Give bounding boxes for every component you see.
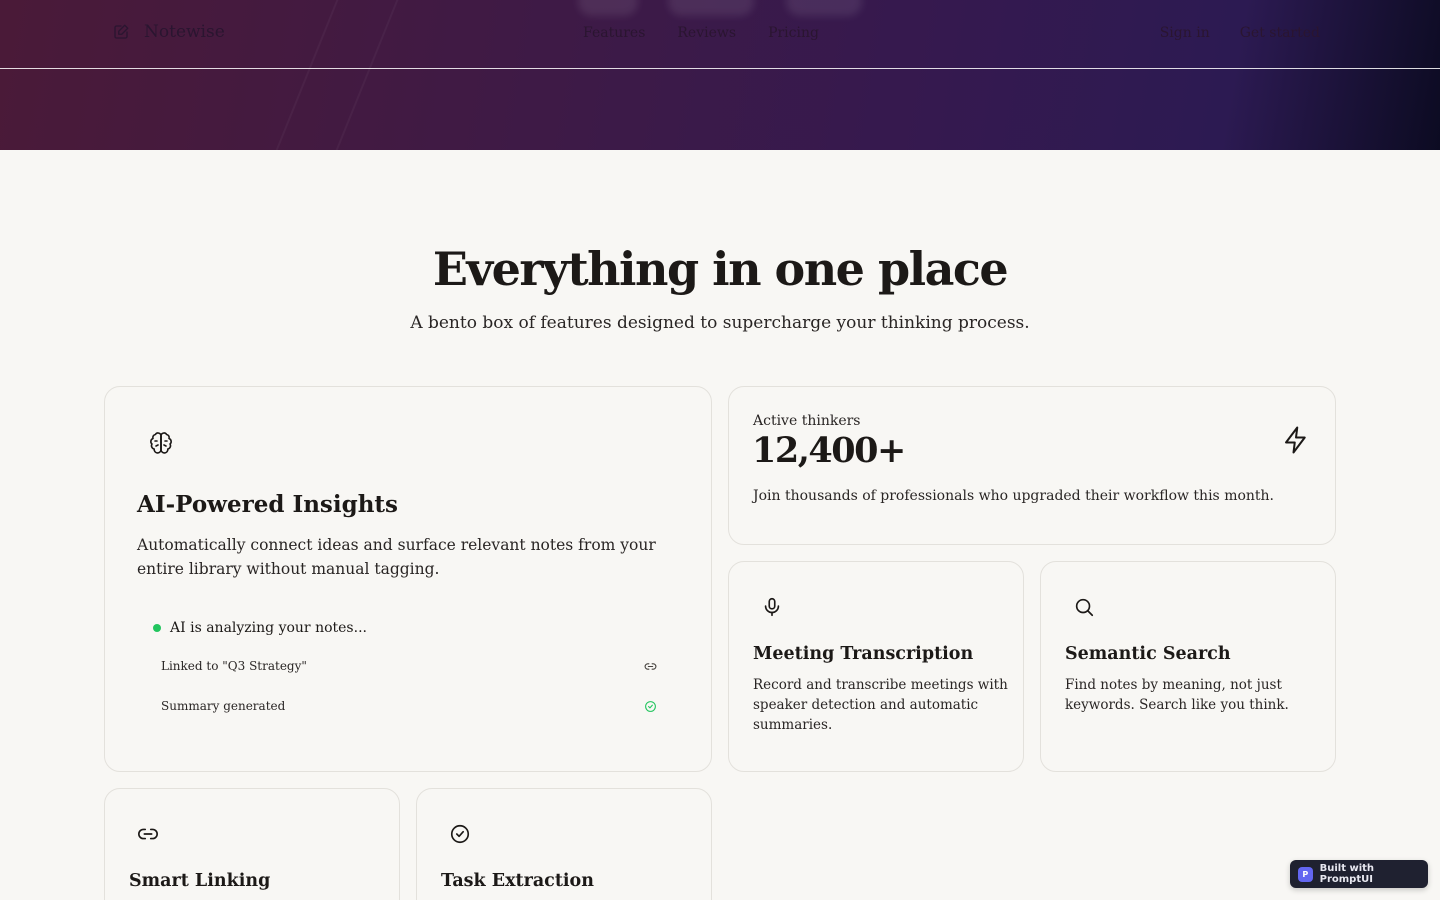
nav-link-pricing[interactable]: Pricing [768,25,819,41]
link-icon [644,662,657,670]
stats-value: 12,400+ [752,430,906,471]
nav-links: Features Reviews Pricing [583,25,819,41]
brand-logo[interactable]: Notewise [112,22,225,42]
top-navigation: Notewise Features Reviews Pricing Sign i… [0,0,1440,69]
get-started-button[interactable]: Get started [1240,25,1320,41]
stats-card: Active thinkers 12,400+ Join thousands o… [728,386,1336,545]
card-icon-wrap [1073,596,1095,622]
promptui-logo-icon: P [1298,866,1313,882]
built-with-badge[interactable]: P Built with PromptUI [1290,860,1428,888]
card-icon-wrap [449,823,471,849]
card-description: Record and transcribe meetings with spea… [753,677,1008,733]
stats-label: Active thinkers [753,413,861,429]
bolt-icon [1285,426,1306,454]
smart-linking-card: Smart Linking [104,788,400,900]
list-item: Summary generated [161,699,657,713]
nav-actions: Sign in Get started [1160,25,1320,41]
sign-in-link[interactable]: Sign in [1160,25,1210,41]
card-description: Automatically connect ideas and surface … [137,536,656,578]
status-text: AI is analyzing your notes... [170,620,367,636]
nav-link-features[interactable]: Features [583,25,645,41]
check-circle-icon [450,824,470,844]
ai-insights-card: AI-Powered Insights Automatically connec… [104,386,712,772]
list-item-label: Summary generated [161,699,286,713]
list-item-label: Linked to "Q3 Strategy" [161,659,307,673]
card-title: Smart Linking [129,871,271,891]
card-title: Task Extraction [441,871,594,891]
brain-icon [150,432,172,454]
meeting-transcription-card: Meeting Transcription Record and transcr… [728,561,1024,772]
ai-status: AI is analyzing your notes... [153,620,367,636]
card-title: Semantic Search [1065,644,1231,664]
list-item: Linked to "Q3 Strategy" [161,659,657,673]
card-description: Find notes by meaning, not just keywords… [1065,677,1289,713]
card-title: AI-Powered Insights [137,491,398,518]
microphone-icon [764,597,780,617]
status-dot-icon [153,624,161,632]
search-icon [1075,598,1094,617]
semantic-search-card: Semantic Search Find notes by meaning, n… [1040,561,1336,772]
brand-name: Notewise [144,22,225,42]
link-icon [138,828,158,840]
card-icon-wrap [137,823,159,849]
section-subtitle: A bento box of features designed to supe… [410,313,1030,333]
check-circle-icon [645,700,656,712]
card-title: Meeting Transcription [753,644,974,664]
task-extraction-card: Task Extraction [416,788,712,900]
section-title: Everything in one place [432,242,1009,296]
stats-description: Join thousands of professionals who upgr… [753,488,1275,504]
nav-link-reviews[interactable]: Reviews [677,25,736,41]
card-icon-wrap [761,596,783,622]
badge-text: Built with PromptUI [1319,863,1375,885]
note-edit-icon [114,24,129,39]
